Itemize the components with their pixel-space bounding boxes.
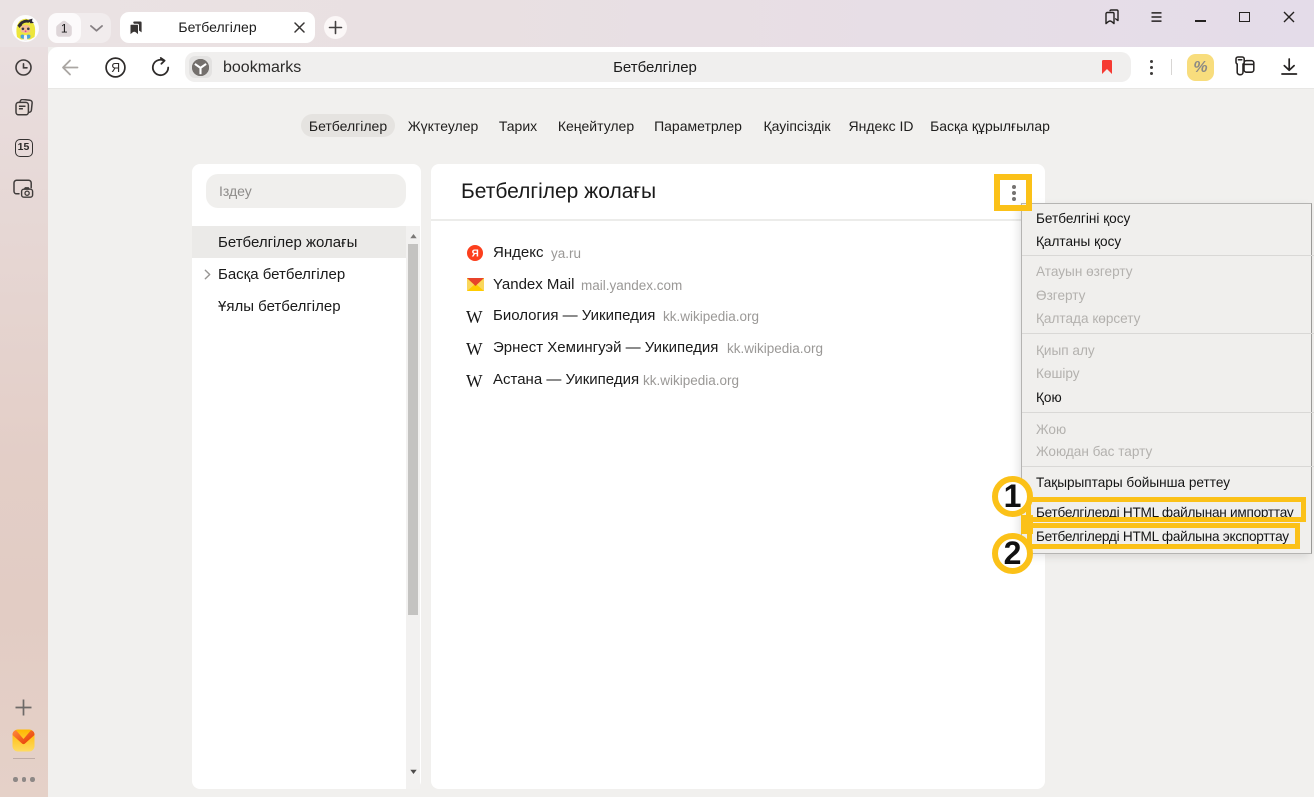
svg-text:Я: Я xyxy=(472,249,479,260)
svg-text:1: 1 xyxy=(61,21,68,35)
svg-text:Я: Я xyxy=(111,61,120,75)
